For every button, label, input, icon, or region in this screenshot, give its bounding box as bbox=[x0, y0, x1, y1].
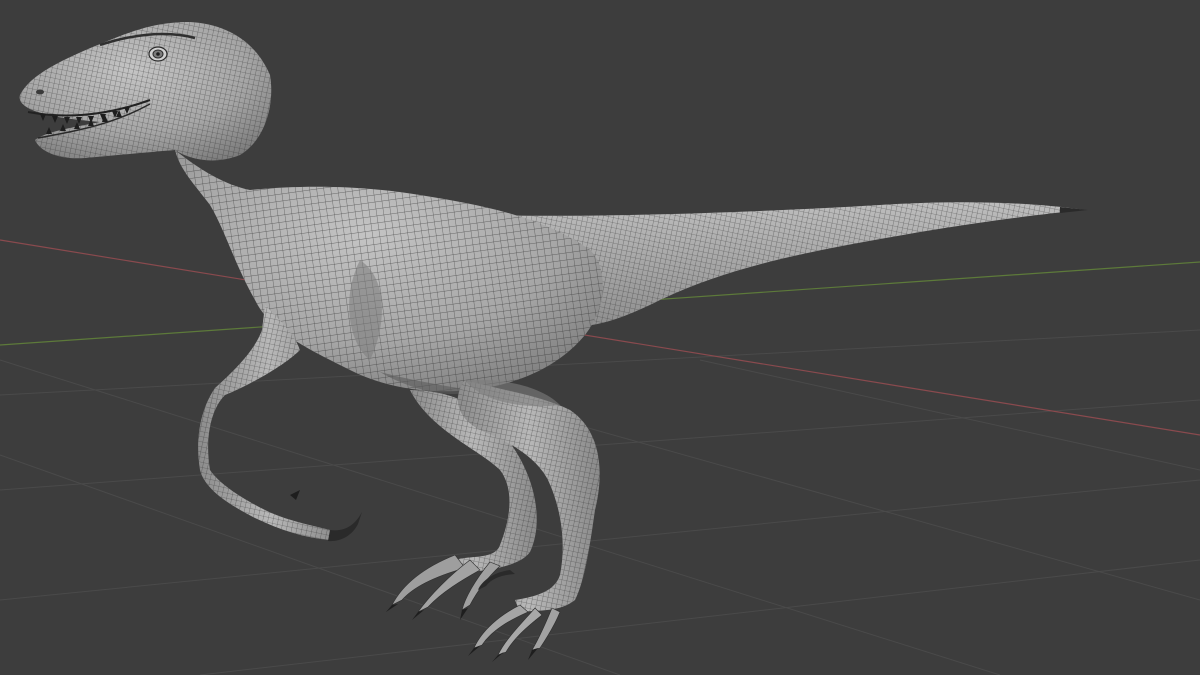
torso bbox=[175, 150, 603, 395]
raptor-model[interactable] bbox=[19, 22, 1088, 662]
nostril bbox=[36, 89, 44, 95]
eye-icon bbox=[148, 46, 168, 62]
head bbox=[19, 22, 272, 161]
floor-grid bbox=[0, 329, 1200, 675]
viewport-canvas[interactable] bbox=[0, 0, 1200, 675]
3d-viewport[interactable] bbox=[0, 0, 1200, 675]
